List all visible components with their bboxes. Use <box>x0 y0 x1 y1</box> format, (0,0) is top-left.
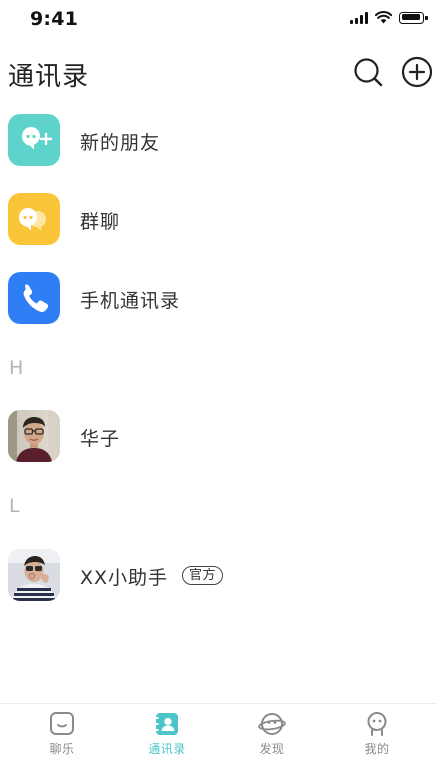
chat-icon <box>50 712 74 735</box>
entry-label: 群聊 <box>80 211 121 233</box>
tab-label: 我的 <box>364 742 390 756</box>
battery-icon <box>399 11 428 24</box>
add-circle-icon[interactable] <box>401 56 433 88</box>
bottom-tab-bar: 聊乐 通讯录 发现 我的 <box>0 703 437 757</box>
section-index-letter: L <box>9 495 20 517</box>
status-bar: 9:41 <box>0 0 437 40</box>
contact-name: XX小助手 <box>80 567 169 589</box>
tab-label: 发现 <box>259 742 285 756</box>
contact-row[interactable]: 华子 <box>0 410 437 466</box>
contact-avatar <box>8 410 60 462</box>
profile-icon <box>367 712 387 736</box>
cellular-signal-icon <box>350 11 368 24</box>
entry-label: 新的朋友 <box>80 132 161 154</box>
contact-name: 华子 <box>80 428 121 450</box>
search-icon[interactable] <box>352 56 384 88</box>
contact-row[interactable]: XX小助手 官方 <box>0 549 437 605</box>
tab-label: 聊乐 <box>49 742 75 756</box>
phone-contacts-entry[interactable]: 手机通讯录 <box>0 272 437 328</box>
discover-icon <box>258 713 286 735</box>
add-friend-icon <box>8 114 60 166</box>
group-chat-entry[interactable]: 群聊 <box>0 193 437 249</box>
contact-avatar <box>8 549 60 601</box>
status-icons <box>350 11 428 24</box>
section-index-letter: H <box>9 357 24 379</box>
entry-label: 手机通讯录 <box>80 290 181 312</box>
tab-label: 通讯录 <box>148 742 186 756</box>
group-chat-icon <box>8 193 60 245</box>
tab-discover[interactable]: 发现 <box>232 710 312 756</box>
tab-contacts[interactable]: 通讯录 <box>127 710 207 756</box>
page-title: 通讯录 <box>8 62 90 92</box>
tab-chat[interactable]: 聊乐 <box>22 710 102 756</box>
contacts-icon <box>156 713 178 735</box>
contacts-screen: 9:41 通讯录 新的朋友 群聊 手机通讯录 H 华子 L XX小助手 官方 聊… <box>0 0 437 757</box>
tab-profile[interactable]: 我的 <box>337 710 417 756</box>
page-header: 通讯录 <box>0 52 437 98</box>
phone-icon <box>8 272 60 324</box>
new-friends-entry[interactable]: 新的朋友 <box>0 114 437 170</box>
official-badge: 官方 <box>182 566 224 585</box>
wifi-icon <box>375 11 392 24</box>
status-time: 9:41 <box>30 8 79 30</box>
